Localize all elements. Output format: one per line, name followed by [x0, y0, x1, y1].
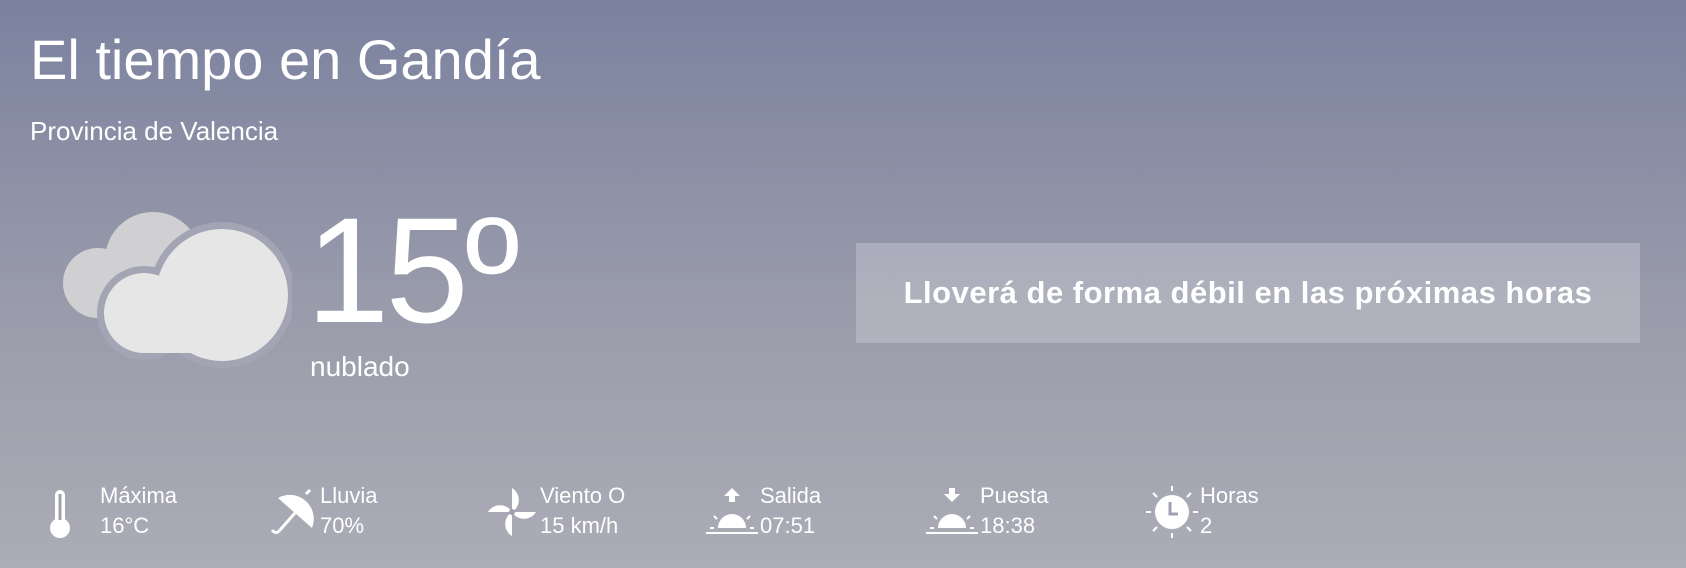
- stat-value: 07:51: [760, 513, 816, 538]
- stat-label: Puesta: [980, 483, 1049, 508]
- current-temperature: 15º: [306, 186, 520, 354]
- stat-label: Viento O: [540, 483, 626, 508]
- stat-label: Horas: [1200, 483, 1259, 508]
- stat-value: 16°C: [100, 513, 150, 538]
- stat-value: 18:38: [980, 513, 1036, 538]
- stat-value: 70%: [320, 513, 365, 538]
- umbrella-icon: [270, 488, 314, 534]
- condition-label: nublado: [310, 351, 410, 382]
- stat-label: Salida: [760, 483, 822, 508]
- stat-value: 2: [1200, 513, 1213, 538]
- rain-alert-text: Lloverá de forma débil en las próximas h…: [903, 275, 1593, 310]
- rain-alert-banner: Lloverá de forma débil en las próximas h…: [856, 243, 1640, 343]
- wind-icon: [488, 488, 536, 536]
- sun-clock-icon: [1146, 486, 1198, 538]
- stat-label: Máxima: [100, 483, 178, 508]
- page-title: El tiempo en Gandía: [30, 28, 541, 91]
- cloud-icon: [63, 212, 292, 368]
- thermometer-icon: [50, 490, 70, 538]
- stat-value: 15 km/h: [540, 513, 619, 538]
- province-subtitle: Provincia de Valencia: [30, 116, 279, 146]
- stat-label: Lluvia: [320, 483, 378, 508]
- sunrise-icon: [706, 488, 758, 534]
- sunset-icon: [926, 488, 978, 534]
